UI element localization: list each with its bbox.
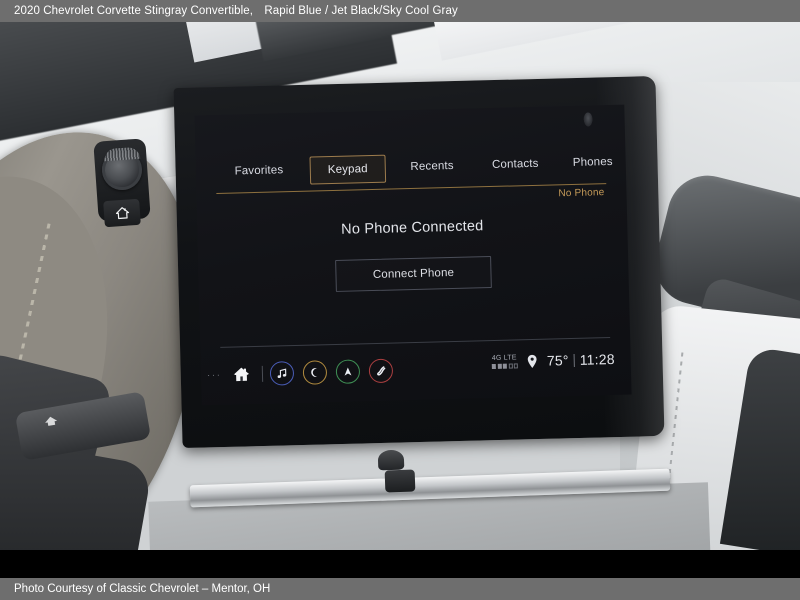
dock-separator [261, 365, 263, 382]
clock-time: 11:28 [579, 350, 615, 368]
status-cluster: 4G LTE 75° 11:28 [492, 351, 615, 370]
infotainment-display[interactable]: Favorites Keypad Recents Contacts Phones… [194, 104, 632, 406]
vehicle-photo: Favorites Keypad Recents Contacts Phones… [0, 22, 800, 550]
listing-title-bar: 2020 Chevrolet Corvette Stingray Convert… [0, 0, 800, 22]
tab-phones[interactable]: Phones [560, 149, 627, 179]
dock-climate-seat-icon[interactable] [368, 358, 393, 384]
vehicle-title: 2020 Chevrolet Corvette Stingray Convert… [14, 5, 254, 17]
home-hard-button[interactable] [103, 198, 141, 228]
tab-recents[interactable]: Recents [395, 153, 469, 183]
ambient-light-sensor-icon [583, 112, 593, 127]
temperature-time-readout: 75° 11:28 [547, 351, 615, 369]
signal-strength-icon [492, 363, 519, 370]
dock-home-icon[interactable] [228, 361, 255, 388]
screenshot-root: 2020 Chevrolet Corvette Stingray Convert… [0, 0, 800, 600]
dock-phone-icon[interactable] [302, 360, 327, 385]
center-stack-toggle[interactable] [377, 449, 405, 471]
network-indicator: 4G LTE [491, 354, 519, 370]
title-separator [257, 5, 260, 17]
center-stack-switch-base[interactable] [384, 469, 416, 493]
photo-credit-bar: Photo Courtesy of Classic Chevrolet – Me… [0, 578, 800, 600]
dock-navigation-icon[interactable] [335, 359, 360, 384]
no-phone-connected-headline: No Phone Connected [340, 218, 484, 238]
connect-phone-button[interactable]: Connect Phone [335, 256, 492, 292]
photo-credit-text: Photo Courtesy of Classic Chevrolet – Me… [14, 583, 271, 595]
tab-contacts[interactable]: Contacts [476, 150, 554, 180]
map-pin-icon [527, 353, 538, 368]
dock-music-icon[interactable] [269, 361, 294, 386]
network-label: 4G LTE [491, 354, 517, 362]
vehicle-colors: Rapid Blue / Jet Black/Sky Cool Gray [264, 5, 458, 17]
outside-temperature: 75° [546, 352, 569, 369]
home-button-icon [115, 207, 129, 220]
dock-overflow-icon[interactable]: ··· [207, 369, 222, 380]
readout-separator [573, 353, 575, 367]
tab-favorites[interactable]: Favorites [214, 157, 305, 187]
phone-status-tag: No Phone [558, 187, 605, 200]
tab-keypad[interactable]: Keypad [309, 154, 386, 185]
